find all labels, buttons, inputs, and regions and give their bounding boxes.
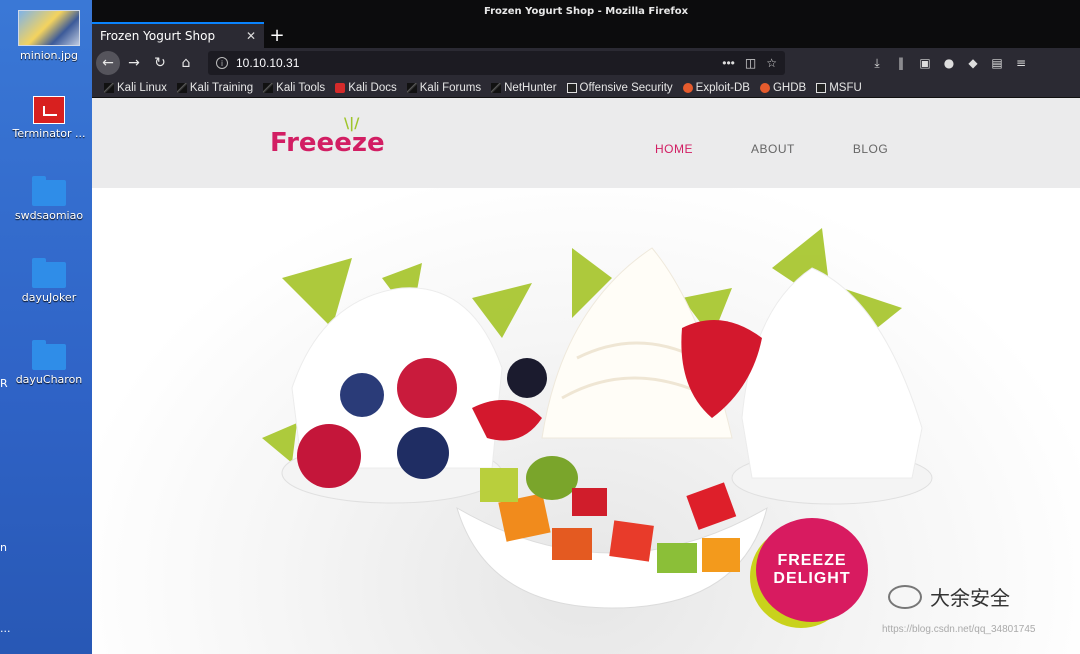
desktop-icon-terminator[interactable]: Terminator ... <box>6 92 92 140</box>
folder-icon <box>32 176 66 206</box>
site-info-icon[interactable]: i <box>216 57 228 69</box>
kali-icon <box>104 82 114 93</box>
home-button[interactable]: ⌂ <box>174 51 198 75</box>
site-nav: HOME ABOUT BLOG <box>655 142 946 156</box>
orange-icon <box>759 82 770 93</box>
site-logo[interactable]: Freeeze \|/ <box>270 116 385 158</box>
web-page: Freeeze \|/ HOME ABOUT BLOG FREEZE DELIG… <box>92 98 1080 654</box>
nav-home-link[interactable]: HOME <box>655 142 693 156</box>
tab-bar: Frozen Yogurt Shop ✕ + <box>92 22 1080 48</box>
download-icon[interactable]: ⤓ <box>865 56 889 71</box>
desktop-icon-minion[interactable]: minion.jpg <box>6 10 92 62</box>
folder-icon <box>32 258 66 288</box>
bookmark-ghdb[interactable]: GHDB <box>759 82 806 94</box>
bookmarks-toolbar: Kali Linux Kali Training Kali Tools Kali… <box>92 78 1080 98</box>
desktop: minion.jpg Terminator ... swdsaomiao day… <box>0 0 92 654</box>
tab-active[interactable]: Frozen Yogurt Shop ✕ <box>92 22 264 48</box>
wechat-icon <box>888 584 922 609</box>
desktop-icon-label: dayuJoker <box>21 291 77 304</box>
kali-icon <box>406 82 417 93</box>
watermark: 大余安全 <box>888 582 1010 611</box>
library-icon[interactable]: ‖ <box>889 56 913 71</box>
kali-icon <box>263 82 274 93</box>
desktop-edge-text: R <box>0 377 8 390</box>
menu-icon[interactable]: ≡ <box>1009 56 1033 71</box>
browser-window: Frozen Yogurt Shop - Mozilla Firefox Fro… <box>92 0 1080 654</box>
page-actions-icon[interactable]: ••• <box>722 56 735 70</box>
nav-about-link[interactable]: ABOUT <box>751 142 795 156</box>
bookmark-star-icon[interactable]: ☆ <box>766 56 777 70</box>
bookmark-msfu[interactable]: MSFU <box>816 82 862 94</box>
bookmark-kali-tools[interactable]: Kali Tools <box>263 82 325 94</box>
freeze-delight-badge: FREEZE DELIGHT <box>750 518 870 628</box>
bookmark-kali-training[interactable]: Kali Training <box>176 82 253 94</box>
desktop-edge-text: n <box>0 541 7 554</box>
nav-blog-link[interactable]: BLOG <box>853 142 888 156</box>
extension-icon-2[interactable]: ▤ <box>985 56 1009 71</box>
url-text: 10.10.10.31 <box>236 56 300 70</box>
window-title: Frozen Yogurt Shop - Mozilla Firefox <box>92 0 1080 22</box>
site-header: Freeeze \|/ HOME ABOUT BLOG <box>92 98 1080 188</box>
hero-banner: FREEZE DELIGHT 大余安全 https://blog.csdn.ne… <box>92 188 1080 654</box>
desktop-edge-text: ... <box>0 622 11 635</box>
forward-button[interactable]: → <box>122 51 146 75</box>
url-bar[interactable]: i 10.10.10.31 ••• ◫ ☆ <box>208 51 785 75</box>
desktop-icon-label: swdsaomiao <box>14 209 84 222</box>
close-tab-icon[interactable]: ✕ <box>246 29 256 43</box>
watermark-url: https://blog.csdn.net/qq_34801745 <box>882 624 1036 635</box>
account-icon[interactable]: ● <box>937 56 961 71</box>
offsec-icon <box>566 82 577 93</box>
kali-icon <box>491 82 502 93</box>
back-button[interactable]: ← <box>96 51 120 75</box>
terminal-icon <box>33 96 65 124</box>
desktop-icon-label: Terminator ... <box>12 127 86 140</box>
tab-title: Frozen Yogurt Shop <box>100 29 216 43</box>
red-icon <box>335 82 346 93</box>
new-tab-button[interactable]: + <box>264 22 290 48</box>
desktop-icon-dayucharon[interactable]: dayuCharon <box>6 338 92 386</box>
leaf-icon: \|/ <box>344 116 360 132</box>
pocket-icon[interactable]: ◫ <box>745 56 756 70</box>
bookmark-exploit-db[interactable]: Exploit-DB <box>682 82 750 94</box>
reload-button[interactable]: ↻ <box>148 51 172 75</box>
bookmark-offensive-security[interactable]: Offensive Security <box>566 82 673 94</box>
image-file-icon <box>18 10 80 46</box>
badge-line-1: FREEZE <box>777 552 847 569</box>
nav-toolbar: ← → ↻ ⌂ i 10.10.10.31 ••• ◫ ☆ ⤓ ‖ ▣ ● ◆ … <box>92 48 1080 78</box>
kali-icon <box>176 82 187 93</box>
bookmark-kali-docs[interactable]: Kali Docs <box>335 82 397 94</box>
offsec-icon <box>816 82 827 93</box>
desktop-icon-label: dayuCharon <box>15 373 83 386</box>
desktop-icon-dayujoker[interactable]: dayuJoker <box>6 256 92 304</box>
orange-icon <box>682 82 693 93</box>
bookmark-nethunter[interactable]: NetHunter <box>491 82 557 94</box>
watermark-text: 大余安全 <box>930 586 1010 610</box>
desktop-icon-label: minion.jpg <box>19 49 79 62</box>
extension-icon[interactable]: ◆ <box>961 56 985 71</box>
folder-icon <box>32 340 66 370</box>
desktop-icon-swdsaomiao[interactable]: swdsaomiao <box>6 174 92 222</box>
sidebar-icon[interactable]: ▣ <box>913 56 937 71</box>
bookmark-kali-linux[interactable]: Kali Linux <box>104 82 167 94</box>
bookmark-kali-forums[interactable]: Kali Forums <box>406 82 481 94</box>
badge-line-2: DELIGHT <box>773 570 851 587</box>
